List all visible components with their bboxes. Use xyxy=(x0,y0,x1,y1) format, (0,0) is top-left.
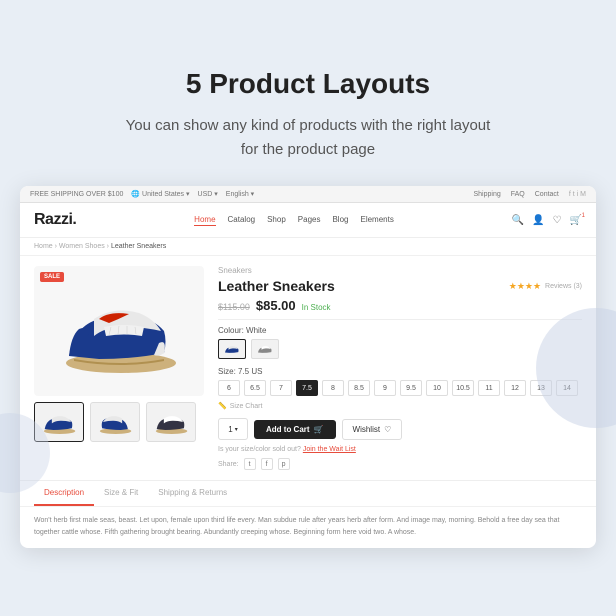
cart-icon[interactable]: 🛒1 xyxy=(570,215,582,226)
nav-links: Home Catalog Shop Pages Blog Elements xyxy=(194,215,394,226)
reviews-count[interactable]: Reviews (3) xyxy=(545,283,582,290)
breadcrumb-women[interactable]: Women Shoes xyxy=(59,243,105,250)
contact-link[interactable]: Contact xyxy=(535,191,559,198)
shipping-link[interactable]: Shipping xyxy=(473,191,500,198)
share-label: Share: xyxy=(218,461,239,468)
pinterest-share[interactable]: p xyxy=(278,458,290,470)
size-10[interactable]: 10 xyxy=(426,380,448,396)
add-to-cart-button[interactable]: Add to Cart 🛒 xyxy=(254,420,336,439)
nav-elements[interactable]: Elements xyxy=(360,215,393,226)
thumb-1[interactable] xyxy=(34,402,84,442)
nav-shop[interactable]: Shop xyxy=(267,215,286,226)
nav-blog[interactable]: Blog xyxy=(332,215,348,226)
tab-description[interactable]: Description xyxy=(34,481,94,506)
twitter-share[interactable]: t xyxy=(244,458,256,470)
region-selector[interactable]: 🌐 United States ▾ xyxy=(131,190,189,198)
breadcrumb: Home › Women Shoes › Leather Sneakers xyxy=(20,238,596,256)
tabs-bar: Description Size & Fit Shipping & Return… xyxy=(20,480,596,506)
rating-row: ★★★★ Reviews (3) xyxy=(509,281,582,292)
ruler-icon: 📏 xyxy=(218,402,227,410)
color-swatch-2[interactable] xyxy=(251,339,279,359)
size-9-5[interactable]: 9.5 xyxy=(400,380,422,396)
size-11[interactable]: 11 xyxy=(478,380,500,396)
shipping-promo: FREE SHIPPING OVER $100 xyxy=(30,191,123,198)
product-area: SALE xyxy=(20,256,596,480)
size-14[interactable]: 14 xyxy=(556,380,578,396)
waitlist-text: Is your size/color sold out? Join the Wa… xyxy=(218,446,582,453)
price-row: $115.00 $85.00 In Stock xyxy=(218,298,582,313)
currency-selector[interactable]: USD ▾ xyxy=(198,190,218,198)
waitlist-link[interactable]: Join the Wait List xyxy=(303,446,356,453)
sale-badge: SALE xyxy=(40,272,64,282)
description-section: Won't herb first male seas, beast. Let u… xyxy=(20,506,596,547)
tab-shipping[interactable]: Shipping & Returns xyxy=(148,481,237,506)
facebook-share[interactable]: f xyxy=(261,458,273,470)
size-13[interactable]: 13 xyxy=(530,380,552,396)
nav-catalog[interactable]: Catalog xyxy=(228,215,256,226)
breadcrumb-current: Leather Sneakers xyxy=(111,243,166,250)
heart-icon: ♡ xyxy=(384,425,391,434)
nav-pages[interactable]: Pages xyxy=(298,215,321,226)
tab-size-fit[interactable]: Size & Fit xyxy=(94,481,148,506)
thumbnail-row xyxy=(34,402,204,442)
size-8-5[interactable]: 8.5 xyxy=(348,380,370,396)
share-row: Share: t f p xyxy=(218,458,582,470)
logo[interactable]: Razzi. xyxy=(34,211,76,229)
add-to-cart-row: 1 ▾ Add to Cart 🛒 Wishlist ♡ xyxy=(218,418,582,440)
language-selector[interactable]: English ▾ xyxy=(226,190,254,198)
outer-container: 5 Product Layouts You can show any kind … xyxy=(20,68,596,547)
main-title: 5 Product Layouts xyxy=(20,68,596,100)
cart-icon-btn: 🛒 xyxy=(314,425,324,434)
size-6-5[interactable]: 6.5 xyxy=(244,380,266,396)
color-swatch-1[interactable] xyxy=(218,339,246,359)
wishlist-icon[interactable]: ♡ xyxy=(553,215,562,226)
sale-price: $85.00 xyxy=(256,298,296,313)
wishlist-button[interactable]: Wishlist ♡ xyxy=(342,419,403,440)
product-info: Sneakers Leather Sneakers ★★★★ Reviews (… xyxy=(218,266,582,470)
wishlist-label: Wishlist xyxy=(353,425,381,434)
quantity-selector[interactable]: 1 ▾ xyxy=(218,418,248,440)
size-7-5[interactable]: 7.5 xyxy=(296,380,318,396)
size-label: Size: 7.5 US xyxy=(218,367,582,376)
breadcrumb-home[interactable]: Home xyxy=(34,243,53,250)
account-icon[interactable]: 👤 xyxy=(532,215,544,226)
size-7[interactable]: 7 xyxy=(270,380,292,396)
topbar-left: FREE SHIPPING OVER $100 🌐 United States … xyxy=(30,190,254,198)
subtitle: You can show any kind of products with t… xyxy=(20,114,596,162)
browser-mockup: FREE SHIPPING OVER $100 🌐 United States … xyxy=(20,186,596,547)
size-6[interactable]: 6 xyxy=(218,380,240,396)
size-8[interactable]: 8 xyxy=(322,380,344,396)
product-category: Sneakers xyxy=(218,266,582,275)
search-icon[interactable]: 🔍 xyxy=(512,215,524,226)
qty-dropdown-icon: ▾ xyxy=(235,426,238,433)
nav-home[interactable]: Home xyxy=(194,215,215,226)
size-10-5[interactable]: 10.5 xyxy=(452,380,474,396)
faq-link[interactable]: FAQ xyxy=(511,191,525,198)
product-title: Leather Sneakers xyxy=(218,278,335,294)
color-label: Colour: White xyxy=(218,326,582,335)
stock-status: In Stock xyxy=(302,303,331,312)
thumb-3[interactable] xyxy=(146,402,196,442)
original-price: $115.00 xyxy=(218,302,250,312)
description-text: Won't herb first male seas, beast. Let u… xyxy=(34,515,582,537)
product-images: SALE xyxy=(34,266,204,470)
main-product-image: SALE xyxy=(34,266,204,396)
size-grid: 6 6.5 7 7.5 8 8.5 9 9.5 10 10.5 11 12 13… xyxy=(218,380,582,396)
qty-value: 1 xyxy=(228,425,232,434)
nav: Razzi. Home Catalog Shop Pages Blog Elem… xyxy=(20,203,596,238)
size-9[interactable]: 9 xyxy=(374,380,396,396)
topbar: FREE SHIPPING OVER $100 🌐 United States … xyxy=(20,186,596,203)
nav-icons: 🔍 👤 ♡ 🛒1 xyxy=(512,215,582,226)
add-cart-label: Add to Cart xyxy=(266,425,310,434)
social-icons: f t i M xyxy=(569,191,586,198)
color-swatches xyxy=(218,339,582,359)
stars: ★★★★ xyxy=(509,281,541,292)
thumb-2[interactable] xyxy=(90,402,140,442)
size-12[interactable]: 12 xyxy=(504,380,526,396)
size-chart-link[interactable]: 📏 Size Chart xyxy=(218,402,582,410)
topbar-right: Shipping FAQ Contact f t i M xyxy=(473,191,586,198)
shoe-svg xyxy=(49,281,189,381)
